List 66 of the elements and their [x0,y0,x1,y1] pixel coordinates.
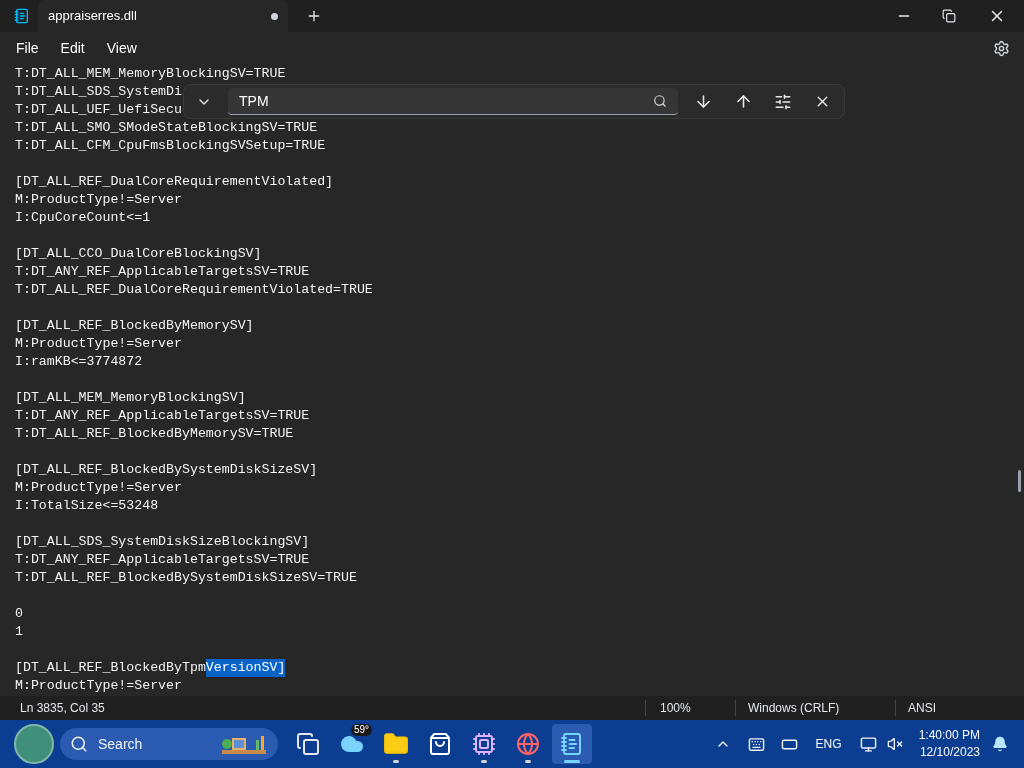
code-line: [DT_ALL_CCO_DualCoreBlockingSV] [15,245,262,263]
running-indicator [481,760,487,763]
language-indicator[interactable]: ENG [815,735,842,753]
running-indicator [564,760,580,763]
search-field[interactable]: Search [60,728,278,760]
search-icon [70,735,88,753]
cursor-position: Ln 3835, Col 35 [20,700,106,717]
new-tab-icon[interactable] [306,8,322,24]
code-line: T:DT_ANY_REF_ApplicableTargetsSV=TRUE [15,551,310,569]
encoding: ANSI [908,700,936,717]
task-view-icon [296,732,320,756]
start-button[interactable] [14,724,54,764]
code-line: I:TotalSize<=53248 [15,497,159,515]
code-line: T:DT_ALL_SMO_SModeStateBlockingSV=TRUE [15,119,318,137]
code-line: [DT_ALL_REF_BlockedByMemorySV] [15,317,254,335]
keyboard-icon[interactable] [747,735,765,753]
code-line: I:CpuCoreCount<=1 [15,209,151,227]
settings-icon[interactable] [993,39,1010,57]
options-icon[interactable] [774,92,792,111]
code-line: 0 [15,605,23,623]
running-indicator [393,760,399,763]
chip-icon [472,732,496,756]
notification-icon[interactable] [992,736,1008,752]
volume-muted-icon[interactable] [886,736,903,752]
document-tab[interactable]: appraiserres.dll [38,0,288,32]
line-ending: Windows (CRLF) [748,700,841,717]
code-line: T:DT_ALL_REF_BlockedBySystemDiskSizeSV=TRUE [15,569,357,587]
code-line: T:DT_ALL_MEM_MemoryBlockingSV=TRUE [15,65,286,83]
clock[interactable]: 1:40:00 PM 12/10/2023 [918,727,980,761]
folder-icon [383,731,409,757]
code-line: 1 [15,623,23,641]
code-line: T:DT_ALL_UEF_UefiSecu [15,101,182,119]
code-line: T:DT_ALL_CFM_CpuFmsBlockingSVSetup=TRUE [15,137,326,155]
taskbar-app[interactable]: 59° [332,724,372,764]
running-indicator [525,760,531,763]
notepad-icon [560,732,584,756]
restore-icon[interactable] [942,9,956,23]
notepad-icon [14,8,30,24]
code-line: [DT_ALL_REF_BlockedByTpm [15,659,206,677]
find-next-icon[interactable] [694,92,713,111]
find-field[interactable]: TPM [228,88,678,115]
code-line: T:DT_ANY_REF_ApplicableTargetsSV=TRUE [15,263,310,281]
scrollbar-thumb[interactable] [1018,470,1021,492]
search-icon[interactable] [653,94,667,108]
network-icon[interactable] [859,735,877,753]
code-line: M:ProductType!=Server [15,335,182,353]
code-line: I:ramKB<=3774872 [15,353,143,371]
zoom-level: 100% [660,700,692,717]
menu-item[interactable]: View [102,37,141,59]
code-line: T:DT_ALL_SDS_SystemDi [15,83,182,101]
menu-item[interactable]: File [12,37,43,59]
temperature-badge: 59° [350,724,372,736]
browser-icon [516,732,540,756]
menu-item[interactable]: Edit [56,37,89,59]
store-icon [428,732,452,756]
code-line: [DT_ALL_MEM_MemoryBlockingSV] [15,389,246,407]
code-line: [DT_ALL_SDS_SystemDiskSizeBlockingSV] [15,533,310,551]
code-line: T:DT_ALL_REF_DualCoreRequirementViolated=TRUE [15,281,373,299]
code-line: [DT_ALL_REF_BlockedBySystemDiskSizeSV] [15,461,318,479]
code-line: M:ProductType!=Server [15,191,182,209]
code-line: M:ProductType!=Server [15,479,182,497]
code-line: M:ProductType!=Server [15,677,182,695]
find-previous-icon[interactable] [734,92,753,111]
code-line: T:DT_ANY_REF_ApplicableTargetsSV=TRUE [15,407,310,425]
code-line: T:DT_ALL_REF_BlockedByMemorySV=TRUE [15,425,294,443]
code-line: [DT_ALL_REF_DualCoreRequirementViolated] [15,173,334,191]
